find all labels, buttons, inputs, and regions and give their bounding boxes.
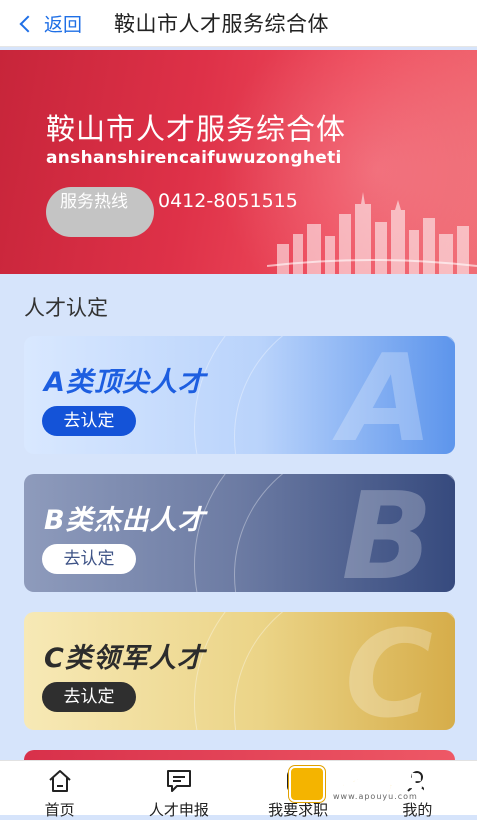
tab-label: 首页	[44, 801, 75, 819]
banner-pinyin: anshanshirencaifuwuzongheti	[46, 148, 342, 168]
tab-home[interactable]: 首页	[0, 761, 119, 819]
banner-title: 鞍山市人才服务综合体	[46, 112, 347, 146]
home-icon	[48, 770, 71, 792]
talent-card-c[interactable]: C C类领军人才 去认定	[24, 612, 455, 730]
certify-button[interactable]: 去认定	[42, 406, 136, 436]
card-title: A类顶尖人才	[44, 367, 206, 398]
card-title: B类杰出人才	[44, 505, 206, 536]
site-watermark: 欧金软件园 www.apouyu.com	[283, 764, 471, 804]
nav-bar: 返回 鞍山市人才服务综合体	[0, 0, 477, 47]
back-label: 返回	[44, 13, 83, 36]
back-button[interactable]: 返回	[19, 10, 83, 37]
section-title: 人才认定	[24, 296, 108, 320]
tab-label: 人才申报	[148, 801, 209, 819]
certify-button[interactable]: 去认定	[42, 682, 136, 712]
watermark-logo-icon	[289, 766, 325, 802]
card-letter-watermark: A	[340, 336, 433, 455]
hotline-badge: 服务热线	[46, 187, 154, 237]
message-icon	[166, 770, 191, 792]
chevron-left-icon	[19, 15, 37, 33]
certify-button[interactable]: 去认定	[42, 544, 136, 574]
talent-card-b[interactable]: B B类杰出人才 去认定	[24, 474, 455, 592]
tab-talent-apply[interactable]: 人才申报	[119, 761, 238, 819]
city-skyline-illustration	[267, 192, 477, 274]
card-letter-watermark: B	[341, 474, 433, 593]
card-letter-watermark: C	[344, 612, 433, 731]
card-title: C类领军人才	[44, 643, 205, 674]
watermark-url: www.apouyu.com	[333, 792, 418, 801]
page-title: 鞍山市人才服务综合体	[114, 12, 330, 36]
talent-card-a[interactable]: A A类顶尖人才 去认定	[24, 336, 455, 454]
header-banner: 鞍山市人才服务综合体 anshanshirencaifuwuzongheti 服…	[0, 50, 477, 274]
